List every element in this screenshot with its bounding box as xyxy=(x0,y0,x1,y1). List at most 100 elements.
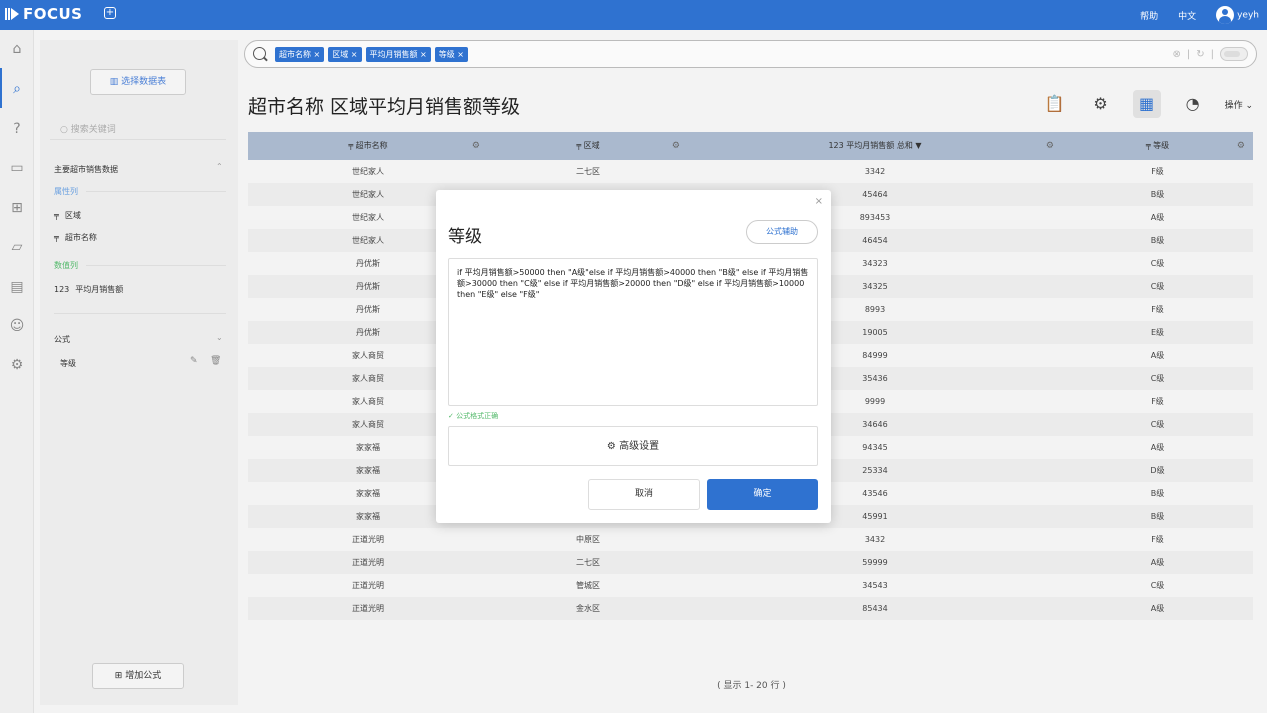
side-search-input[interactable]: ○ 搜索关键词 xyxy=(50,120,226,140)
focus-logo-icon xyxy=(5,8,19,20)
attr-item-store-name[interactable]: ╤ 超市名称 xyxy=(54,232,97,243)
formula-editor[interactable]: if 平均月销售额>50000 then "A级"else if 平均月销售额>… xyxy=(448,258,818,406)
clipboard-icon[interactable]: 📋 xyxy=(1041,90,1069,118)
toolbar: 📋 ⚙ ▦ ◔ 操作 ⌄ xyxy=(1041,90,1253,118)
text-column-icon: ╤ xyxy=(576,141,584,150)
column-header-avg-sales[interactable]: 123 平均月销售额 总和 ▼ ⚙ xyxy=(688,132,1062,160)
column-header-label: 区域 xyxy=(583,141,600,150)
gear-icon[interactable]: ⚙ xyxy=(1087,90,1115,118)
attr-item-region[interactable]: ╤ 区域 xyxy=(54,210,81,221)
formula-section-label[interactable]: 公式 xyxy=(54,334,70,345)
table-cell: 二七区 xyxy=(576,558,600,567)
search-token[interactable]: 等级 × xyxy=(434,47,468,62)
close-icon[interactable]: × xyxy=(815,196,823,207)
user-icon[interactable]: ☺ xyxy=(8,317,26,335)
table-row[interactable]: 世纪家人 二七区 3342 F级 xyxy=(248,160,1253,183)
table-cell: 正道光明 xyxy=(352,581,384,590)
confirm-button[interactable]: 确定 xyxy=(707,479,818,510)
table-row[interactable]: 正道光明 中原区 3432 F级 xyxy=(248,528,1253,551)
expand-icon[interactable]: ⌄ xyxy=(216,333,223,342)
add-formula-button[interactable]: ⊞ 增加公式 xyxy=(92,663,184,689)
table-cell: C级 xyxy=(1150,420,1165,429)
rail-active-indicator xyxy=(0,68,2,108)
operate-menu[interactable]: 操作 ⌄ xyxy=(1225,98,1253,111)
divider xyxy=(54,313,226,314)
table-cell: 59999 xyxy=(862,558,888,567)
table-cell: B级 xyxy=(1150,489,1165,498)
help-link[interactable]: 帮助 xyxy=(1140,9,1158,22)
table-cell: B级 xyxy=(1150,512,1165,521)
attr-section-label: 属性列 xyxy=(54,187,78,196)
table-cell: 3432 xyxy=(864,535,886,544)
select-table-label: 选择数据表 xyxy=(121,77,167,87)
new-tab-button[interactable]: + xyxy=(104,7,116,19)
column-settings-icon[interactable]: ⚙ xyxy=(472,132,480,160)
column-settings-icon[interactable]: ⚙ xyxy=(1237,132,1245,160)
column-settings-icon[interactable]: ⚙ xyxy=(672,132,680,160)
refresh-icon[interactable]: ↻ xyxy=(1196,49,1204,60)
table-cell: A级 xyxy=(1150,351,1165,360)
column-header-store[interactable]: ╤ 超市名称 ⚙ xyxy=(248,132,488,160)
table-row[interactable]: 正道光明 管城区 34543 C级 xyxy=(248,574,1253,597)
language-switch[interactable]: 中文 xyxy=(1178,9,1196,22)
dashboard-icon[interactable]: ▭ xyxy=(8,159,26,177)
search-token[interactable]: 超市名称 × xyxy=(275,47,325,62)
table-icon[interactable]: ⊞ xyxy=(8,199,26,217)
value-item-avg-sales[interactable]: 123 平均月销售额 xyxy=(54,284,123,295)
table-cell: 34543 xyxy=(862,581,888,590)
dialog-title: 等级 xyxy=(448,227,482,247)
pie-chart-icon[interactable]: ◔ xyxy=(1179,90,1207,118)
table-cell: A级 xyxy=(1150,443,1165,452)
column-header-label: 123 平均月销售额 总和 ▼ xyxy=(828,141,922,150)
table-cell: 中原区 xyxy=(576,535,600,544)
collapse-icon[interactable]: ⌃ xyxy=(216,162,223,171)
column-header-region[interactable]: ╤ 区域 ⚙ xyxy=(488,132,688,160)
table-icon: ▥ xyxy=(109,77,122,87)
numeric-column-icon: 123 xyxy=(54,285,70,294)
delete-icon[interactable]: 🗑 xyxy=(210,356,221,366)
folder-icon[interactable]: ▱ xyxy=(8,238,26,256)
table-row[interactable]: 正道光明 金水区 85434 A级 xyxy=(248,597,1253,620)
table-cell: E级 xyxy=(1150,328,1165,337)
user-menu[interactable]: yeyh xyxy=(1216,6,1259,24)
column-header-grade[interactable]: ╤ 等级 ⚙ xyxy=(1062,132,1253,160)
cancel-button[interactable]: 取消 xyxy=(588,479,700,510)
search-token[interactable]: 平均月销售额 × xyxy=(365,47,431,62)
settings-icon[interactable]: ⚙ xyxy=(8,356,26,374)
help-icon[interactable]: ? xyxy=(8,120,26,138)
formula-status-text: 公式格式正确 xyxy=(456,412,499,420)
mode-toggle[interactable] xyxy=(1220,47,1248,61)
search-icon xyxy=(253,47,266,60)
search-nav-icon[interactable]: ⌕ xyxy=(8,80,26,98)
table-cell: A级 xyxy=(1150,604,1165,613)
table-cell: A级 xyxy=(1150,558,1165,567)
divider xyxy=(86,265,226,266)
edit-icon[interactable]: ✎ xyxy=(190,356,198,366)
gear-icon: ⚙ xyxy=(606,441,620,452)
value-item-label: 平均月销售额 xyxy=(75,285,124,294)
table-view-icon[interactable]: ▦ xyxy=(1132,90,1161,118)
column-header-label: 等级 xyxy=(1153,141,1170,150)
data-side-panel: ▥ 选择数据表 ○ 搜索关键词 主要超市销售数据 ⌃ 属性列 ╤ 区域 ╤ 超市名称… xyxy=(40,40,238,705)
formula-assist-button[interactable]: 公式辅助 xyxy=(746,220,818,244)
divider: | xyxy=(1186,48,1191,60)
formula-item-grade[interactable]: 等级 xyxy=(60,358,76,369)
table-cell: 3342 xyxy=(864,167,886,176)
column-settings-icon[interactable]: ⚙ xyxy=(1046,132,1054,160)
chevron-down-icon: ⌄ xyxy=(1245,100,1253,111)
search-bar[interactable]: 超市名称 × 区域 × 平均月销售额 × 等级 × ⊗ | ↻ | xyxy=(244,40,1257,68)
search-token[interactable]: 区域 × xyxy=(328,47,362,62)
table-name[interactable]: 主要超市销售数据 xyxy=(54,164,118,175)
advanced-settings-button[interactable]: ⚙ 高级设置 xyxy=(448,426,818,466)
home-icon[interactable]: ⌂ xyxy=(8,40,26,58)
table-cell: 金水区 xyxy=(576,604,600,613)
table-cell: F级 xyxy=(1151,397,1164,406)
table-row[interactable]: 正道光明 二七区 59999 A级 xyxy=(248,551,1253,574)
table-cell: C级 xyxy=(1150,581,1165,590)
search-tokens: 超市名称 × 区域 × 平均月销售额 × 等级 × xyxy=(275,47,468,62)
report-icon[interactable]: ▤ xyxy=(8,278,26,296)
text-column-icon: ╤ xyxy=(54,233,59,242)
clear-icon[interactable]: ⊗ xyxy=(1172,49,1180,60)
app-logo[interactable]: FOCUS xyxy=(5,5,83,23)
select-table-button[interactable]: ▥ 选择数据表 xyxy=(90,69,186,95)
